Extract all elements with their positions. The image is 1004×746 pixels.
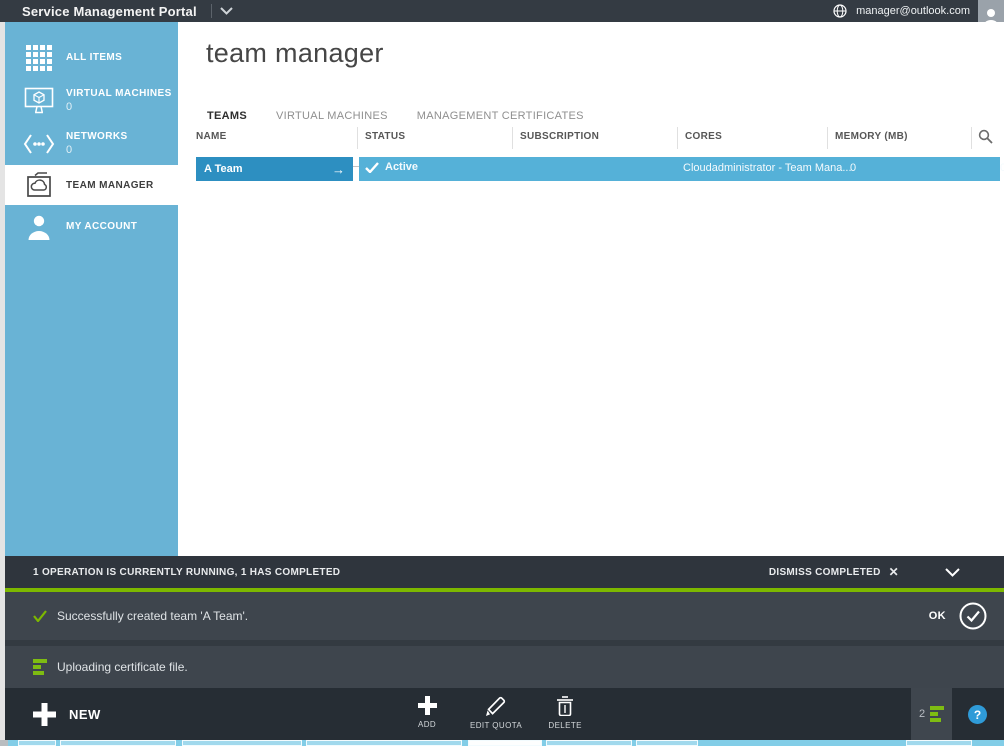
column-header-memory[interactable]: MEMORY (MB) — [835, 131, 908, 142]
column-divider — [971, 127, 972, 149]
running-operation-icon — [930, 706, 944, 722]
ok-circle-check-icon — [958, 601, 988, 631]
operations-summary-bar[interactable]: 1 OPERATION IS CURRENTLY RUNNING, 1 HAS … — [5, 556, 1004, 588]
pencil-icon — [486, 696, 506, 716]
collapse-drawer-chevron-icon[interactable] — [945, 568, 960, 577]
tab-bar: TEAMS VIRTUAL MACHINES MANAGEMENT CERTIF… — [207, 110, 584, 122]
row-name-cell[interactable]: A Team → — [196, 157, 353, 181]
app-window: Service Management Portal manager@outloo… — [0, 0, 1004, 746]
sidebar-item-all-items[interactable]: ALL ITEMS — [5, 36, 178, 79]
team-name: A Team — [204, 163, 243, 175]
row-detail-cells: Active Cloudadministrator - Team Mana...… — [359, 157, 1000, 181]
row-subscription: Cloudadministrator - Team Mana... — [683, 162, 852, 174]
operations-summary-text: 1 OPERATION IS CURRENTLY RUNNING, 1 HAS … — [33, 567, 340, 578]
operations-summary-actions: DISMISS COMPLETED ✕ — [769, 565, 976, 579]
operations-count: 2 — [919, 708, 925, 720]
dismiss-completed-button[interactable]: DISMISS COMPLETED ✕ — [769, 565, 899, 579]
sidebar: ALL ITEMS VIRTUAL MACHINES 0 NETWORKS 0 — [5, 22, 178, 556]
sidebar-item-count: 0 — [66, 144, 128, 156]
add-button[interactable]: ADD — [410, 696, 444, 729]
command-bar-actions: ADD EDIT QUOTA DELETE — [410, 688, 582, 740]
sidebar-item-count: 0 — [66, 101, 172, 113]
column-header-status[interactable]: STATUS — [365, 131, 405, 142]
delete-button[interactable]: DELETE — [548, 696, 582, 730]
table-header: NAME STATUS SUBSCRIPTION CORES MEMORY (M… — [178, 127, 1004, 149]
plus-icon — [418, 696, 437, 715]
new-button[interactable]: NEW — [33, 688, 101, 740]
tab-management-certificates[interactable]: MANAGEMENT CERTIFICATES — [417, 110, 584, 122]
sidebar-item-label: NETWORKS — [66, 131, 128, 142]
close-icon: ✕ — [889, 565, 899, 579]
notification-text: Successfully created team 'A Team'. — [57, 609, 248, 623]
row-status: Active — [365, 161, 418, 173]
search-icon[interactable] — [978, 129, 993, 149]
column-divider — [677, 127, 678, 149]
portal-menu-chevron-icon[interactable] — [220, 7, 233, 15]
main-panel: team manager TEAMS VIRTUAL MACHINES MANA… — [178, 22, 1004, 556]
table-row[interactable]: A Team → Active Cloudadministrator - Tea… — [196, 157, 1000, 181]
sidebar-item-team-manager[interactable]: TEAM MANAGER — [5, 165, 178, 205]
user-email[interactable]: manager@outlook.com — [856, 5, 970, 17]
column-divider — [512, 127, 513, 149]
row-memory: 0 — [1000, 162, 1004, 174]
topbar-divider — [211, 4, 212, 18]
globe-icon — [833, 4, 847, 18]
running-operation-icon — [33, 659, 47, 675]
notification-text: Uploading certificate file. — [57, 660, 188, 674]
running-operations-tile[interactable]: 2 — [911, 688, 952, 740]
column-header-subscription[interactable]: SUBSCRIPTION — [520, 131, 599, 142]
virtual-machine-icon — [20, 87, 58, 114]
row-cores: 0 — [850, 162, 856, 174]
ok-button[interactable]: OK — [929, 601, 988, 631]
column-divider — [357, 127, 358, 149]
column-header-cores[interactable]: CORES — [685, 131, 722, 142]
sidebar-item-label: TEAM MANAGER — [66, 180, 154, 191]
app-title: Service Management Portal — [22, 4, 197, 19]
sidebar-item-label: VIRTUAL MACHINES — [66, 88, 172, 99]
plus-icon — [33, 703, 56, 726]
check-icon — [365, 162, 379, 173]
topbar: Service Management Portal manager@outloo… — [0, 0, 1004, 22]
person-icon — [20, 214, 58, 240]
network-icon — [20, 133, 58, 155]
column-divider — [827, 127, 828, 149]
topbar-user-area: manager@outlook.com — [833, 4, 970, 18]
column-header-name[interactable]: NAME — [196, 131, 227, 142]
notification-success: Successfully created team 'A Team'. OK — [5, 592, 1004, 640]
help-button[interactable]: ? — [968, 705, 987, 724]
sidebar-item-label: ALL ITEMS — [66, 52, 122, 63]
sidebar-item-label: MY ACCOUNT — [66, 221, 137, 232]
team-manager-icon — [20, 171, 58, 199]
success-check-icon — [33, 610, 47, 622]
trash-icon — [556, 696, 574, 716]
sidebar-item-my-account[interactable]: MY ACCOUNT — [5, 205, 178, 248]
notification-running: Uploading certificate file. — [5, 646, 1004, 688]
sidebar-item-virtual-machines[interactable]: VIRTUAL MACHINES 0 — [5, 79, 178, 122]
desktop-sliver — [0, 740, 1004, 746]
grid-icon — [20, 45, 58, 71]
page-title: team manager — [206, 38, 384, 69]
tab-teams[interactable]: TEAMS — [207, 110, 247, 122]
tab-virtual-machines[interactable]: VIRTUAL MACHINES — [276, 110, 388, 122]
row-arrow-icon[interactable]: → — [332, 162, 345, 177]
edit-quota-button[interactable]: EDIT QUOTA — [470, 696, 522, 730]
sidebar-item-networks[interactable]: NETWORKS 0 — [5, 122, 178, 165]
command-bar: NEW ADD EDIT QUOTA DELETE 2 ? — [5, 688, 1004, 740]
